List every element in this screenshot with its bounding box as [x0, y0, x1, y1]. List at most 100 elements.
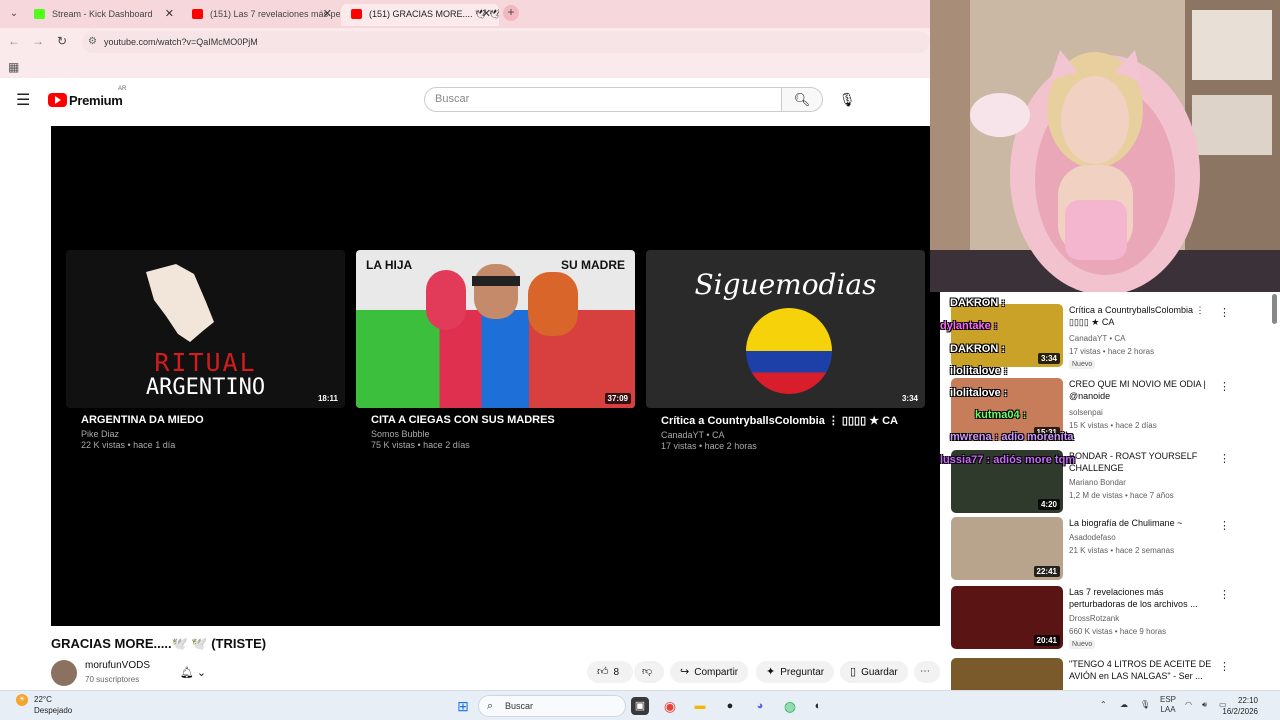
rec-thumbnail[interactable]: 20:41 — [951, 586, 1063, 649]
apps-grid-icon[interactable]: ▦ — [8, 60, 19, 74]
wifi-icon[interactable]: ◠ — [1185, 700, 1192, 710]
chat-message: mwrena : adio morenita — [950, 431, 1074, 443]
more-vertical-icon[interactable]: ⋮ — [1219, 519, 1230, 532]
lang-label: ESP — [1160, 695, 1177, 704]
rec-title[interactable]: BONDAR - ROAST YOURSELF CHALLENGE — [1069, 450, 1214, 474]
back-arrow-icon[interactable]: ← — [6, 34, 22, 48]
save-label: Guardar — [861, 667, 898, 678]
close-tab-icon[interactable]: ✕ — [323, 4, 332, 24]
rec-title[interactable]: Crítica a CountryballsColombia ⋮ ▯▯▯▯ ★ … — [1069, 304, 1214, 328]
list-item[interactable]: 20:41 Las 7 revelaciones más perturbador… — [951, 586, 1271, 650]
taskbar-clock[interactable]: 22:10 16/2/2026 — [1222, 695, 1258, 717]
tab-list-chevron-down-icon[interactable]: ⌄ — [6, 6, 22, 22]
chrome-icon[interactable]: ◉ — [661, 697, 679, 715]
spotify-icon[interactable]: ◍ — [781, 697, 799, 715]
mic-icon[interactable]: 🎙︎ — [834, 87, 860, 113]
avatar[interactable] — [51, 660, 77, 686]
logo-word: Premium — [69, 92, 123, 108]
endscreen-card[interactable]: LA HIJA SU MADRE 37:09 CITA A CIEGAS CON… — [356, 250, 635, 451]
channel-name[interactable]: morufunVODS — [85, 660, 150, 671]
more-vertical-icon[interactable]: ⋮ — [1219, 306, 1230, 319]
steam-icon[interactable]: ◐ — [809, 697, 827, 715]
task-view-icon[interactable]: ▣ — [631, 697, 649, 715]
youtube-play-logo-icon — [48, 93, 67, 107]
more-vertical-icon[interactable]: ⋮ — [1219, 452, 1230, 465]
new-tab-button[interactable]: + — [503, 5, 519, 21]
cloud-icon[interactable]: ☁ — [1120, 700, 1128, 710]
volume-icon[interactable]: 🔊︎ — [1202, 700, 1207, 710]
sidebar-scrollbar[interactable] — [1272, 292, 1278, 690]
file-explorer-icon[interactable]: ▬ — [691, 697, 709, 715]
rec-title[interactable]: CREO QUE MI NOVIO ME ODIA | @nanoide — [1069, 378, 1214, 402]
rec-thumbnail[interactable]: 3:34 — [951, 304, 1063, 367]
rec-channel[interactable]: Asadodefaso — [1069, 533, 1116, 542]
reload-icon[interactable]: ↻ — [54, 34, 70, 48]
share-button[interactable]: ↪ Compartir — [670, 661, 749, 683]
list-item[interactable]: 22:41 La biografía de Chulimane ~ Asadod… — [951, 517, 1271, 581]
dislike-button[interactable]: 👎︎ — [634, 661, 664, 683]
notification-bell-button[interactable]: 🔔︎ ⌄ — [170, 662, 216, 684]
tab-kick-dashboard[interactable]: Stream - Kick Dashboard ✕ — [24, 4, 182, 26]
tab-revelaciones[interactable]: (151) Las 7 revelaciones más pe ✕ — [182, 4, 340, 26]
countryball-colombia-shape — [746, 308, 832, 394]
list-item[interactable]: "TENGO 4 LITROS DE ACEITE DE AVIÓN en LA… — [951, 658, 1271, 690]
obs-icon[interactable]: ● — [721, 697, 739, 715]
windows-start-icon[interactable]: ⊞ — [454, 697, 472, 715]
scrollbar-thumb[interactable] — [1272, 294, 1277, 324]
thumb-person-shape — [474, 264, 518, 319]
close-tab-icon[interactable]: ✕ — [165, 4, 174, 24]
search-button[interactable]: 🔍︎ — [781, 87, 823, 112]
rec-thumbnail[interactable]: 22:41 — [951, 517, 1063, 580]
rec-meta: 17 vistas • hace 2 horas — [1069, 347, 1155, 356]
menu-icon[interactable]: ☰ — [16, 90, 30, 110]
site-settings-icon[interactable]: ⚙ — [88, 31, 97, 53]
rec-title[interactable]: "TENGO 4 LITROS DE ACEITE DE AVIÓN en LA… — [1069, 658, 1214, 682]
save-button[interactable]: ▯ Guardar — [840, 661, 908, 683]
thumb-overlay-right: SU MADRE — [560, 258, 625, 272]
more-actions-button[interactable]: ⋯ — [914, 661, 940, 683]
card-meta: 17 vistas • hace 2 horas — [661, 441, 757, 451]
clock-date: 16/2/2026 — [1222, 707, 1258, 716]
endscreen-card[interactable]: RITUAL ARGENTINO 18:11 ARGENTINA DA MIED… — [66, 250, 345, 451]
address-bar[interactable]: ⚙ youtube.com/watch?v=QaIMcMO0PjM — [82, 31, 930, 53]
forward-arrow-icon[interactable]: → — [30, 34, 46, 48]
card-channel: Pike Diaz — [81, 429, 120, 439]
mic-icon[interactable]: 🎙︎ — [1140, 700, 1150, 710]
lang-layout: LAA — [1160, 705, 1176, 714]
card-title[interactable]: Crítica a CountryballsColombia ⋮ ▯▯▯▯ ★ … — [661, 414, 925, 427]
endscreen-card[interactable]: Siguemodias 3:34 Crítica a CountryballsC… — [646, 250, 925, 452]
endscreen-thumbnail[interactable]: LA HIJA SU MADRE 37:09 — [356, 250, 635, 408]
rec-title[interactable]: Las 7 revelaciones más perturbadoras de … — [1069, 586, 1214, 610]
discord-icon[interactable]: ◕ — [751, 697, 769, 715]
thumb-overlay-line2: ARGENTINO — [145, 375, 266, 400]
rec-channel[interactable]: DrossRotzank — [1069, 614, 1119, 623]
youtube-premium-logo[interactable]: Premium AR — [48, 86, 126, 110]
like-button[interactable]: 👍︎ 8 — [587, 661, 633, 683]
close-tab-icon[interactable]: ✕ — [482, 4, 491, 24]
card-title[interactable]: CITA A CIEGAS CON SUS MADRES — [371, 414, 635, 426]
video-player[interactable]: RITUAL ARGENTINO 18:11 ARGENTINA DA MIED… — [51, 126, 940, 626]
tray-chevron-up-icon[interactable]: ⌃ — [1100, 700, 1107, 710]
share-label: Compartir — [694, 667, 739, 678]
tab-gracias-more[interactable]: (151) GRACIAS MORE.... 🕊 🕊 ✕ — [341, 4, 499, 26]
language-indicator[interactable]: ESP LAA — [1160, 695, 1176, 715]
card-title[interactable]: ARGENTINA DA MIEDO — [81, 414, 345, 426]
search-input[interactable]: Buscar — [424, 87, 782, 112]
rec-title[interactable]: La biografía de Chulimane ~ — [1069, 517, 1214, 529]
list-item[interactable]: 3:34 Crítica a CountryballsColombia ⋮ ▯▯… — [951, 304, 1271, 369]
duration-badge: 20:41 — [1033, 635, 1060, 646]
more-vertical-icon[interactable]: ⋮ — [1219, 588, 1230, 601]
thumb-overlay-left: LA HIJA — [366, 258, 413, 272]
rec-channel[interactable]: Mariano Bondar — [1069, 478, 1126, 487]
weather-widget[interactable]: ☀ 22°C Despejado — [16, 694, 72, 716]
endscreen-thumbnail[interactable]: RITUAL ARGENTINO 18:11 — [66, 250, 345, 408]
rec-channel[interactable]: CanadaYT • CA — [1069, 334, 1125, 343]
more-vertical-icon[interactable]: ⋮ — [1219, 380, 1230, 393]
taskbar-search-input[interactable]: ⌕ Buscar — [478, 695, 626, 717]
rec-thumbnail[interactable] — [951, 658, 1063, 690]
blindfold-shape — [472, 276, 520, 286]
ask-button[interactable]: ✦ Preguntar — [756, 661, 835, 683]
more-vertical-icon[interactable]: ⋮ — [1219, 660, 1230, 673]
endscreen-thumbnail[interactable]: Siguemodias 3:34 — [646, 250, 925, 408]
rec-channel[interactable]: solsenpai — [1069, 408, 1103, 417]
